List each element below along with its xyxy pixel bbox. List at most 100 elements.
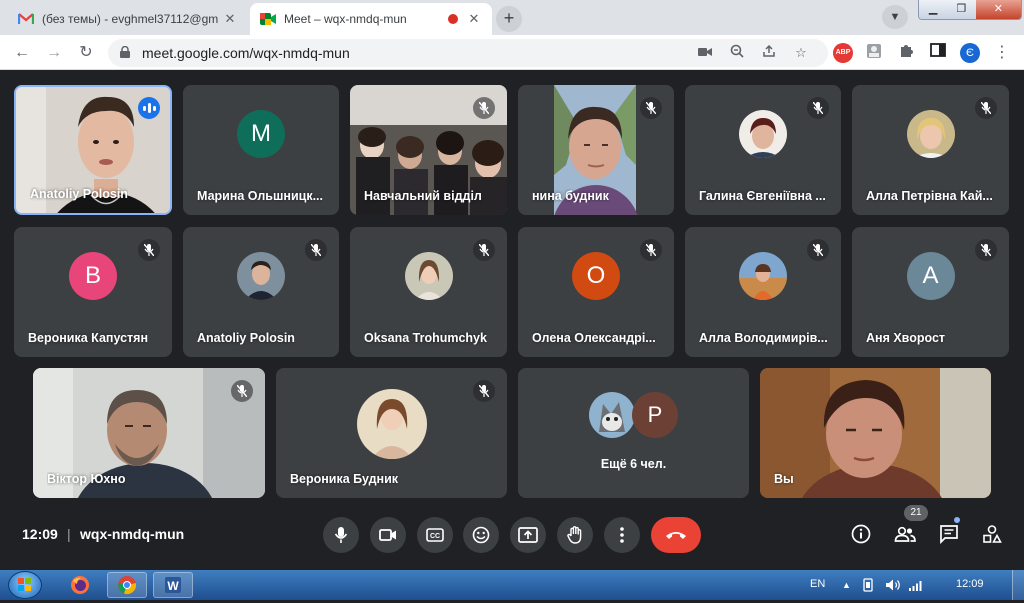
participant-name: Олена Олександрі... — [532, 331, 656, 345]
participant-tile[interactable]: нина будник — [518, 85, 674, 215]
close-tab-icon[interactable]: ✕ — [222, 11, 238, 27]
participant-tile[interactable]: Anatoliy Polosin — [14, 85, 172, 215]
participant-tile[interactable]: В Вероника Капустян — [14, 227, 172, 357]
browser-tab-strip: (без темы) - evghmel37112@gm ✕ Meet – wq… — [0, 0, 1024, 35]
tab-gmail[interactable]: (без темы) - evghmel37112@gm ✕ — [8, 3, 248, 35]
self-view-tile[interactable]: Вы — [760, 368, 991, 498]
participant-tile[interactable]: А Аня Хворост — [852, 227, 1009, 357]
participant-tile[interactable]: Anatoliy Polosin — [183, 227, 339, 357]
forward-arrow-icon[interactable]: → — [42, 41, 66, 65]
maximize-button[interactable]: ❐ — [947, 0, 976, 19]
present-screen-button[interactable] — [510, 517, 546, 553]
taskbar-word[interactable]: W — [153, 572, 193, 598]
participant-count-badge: 21 — [904, 505, 928, 521]
participant-initial-avatar: P — [632, 392, 678, 438]
extensions-puzzle-icon[interactable] — [896, 43, 916, 63]
mic-muted-icon — [231, 380, 253, 402]
meet-icon — [260, 11, 276, 27]
participant-tile[interactable]: О Олена Олександрі... — [518, 227, 674, 357]
participant-tile[interactable]: Алла Петрівна Кай... — [852, 85, 1009, 215]
camera-icon — [379, 529, 396, 541]
minimize-button[interactable]: ▁ — [919, 0, 948, 19]
meeting-time: 12:09 — [22, 526, 58, 542]
share-icon[interactable] — [760, 44, 778, 62]
tray-device-icon[interactable] — [862, 578, 874, 595]
participant-tile[interactable]: M Марина Ольшницк... — [183, 85, 339, 215]
mic-muted-icon — [975, 239, 997, 261]
participant-name: Вероника Будник — [290, 472, 399, 486]
profile-avatar[interactable]: Є — [960, 43, 980, 63]
taskbar-firefox[interactable] — [60, 572, 100, 598]
tab-search-button[interactable]: ▼ — [882, 5, 908, 29]
browser-toolbar: ← → ↻ meet.google.com/wqx-nmdq-mun ☆ ABP… — [0, 35, 1024, 70]
start-button[interactable] — [8, 571, 42, 599]
participant-initial-avatar: А — [906, 252, 955, 300]
language-indicator[interactable]: EN — [810, 578, 825, 590]
new-tab-button[interactable]: + — [496, 6, 522, 32]
network-signal-icon[interactable] — [908, 578, 924, 595]
show-desktop-button[interactable] — [1012, 570, 1024, 600]
more-participants-tile[interactable]: P Ещё 6 чел. — [518, 368, 749, 498]
participant-tile[interactable]: Вероника Будник — [276, 368, 507, 498]
camera-in-use-icon[interactable] — [696, 44, 714, 62]
reload-icon[interactable]: ↻ — [74, 41, 98, 65]
mic-muted-icon — [473, 97, 495, 119]
recording-indicator-icon — [448, 14, 458, 24]
chat-button[interactable] — [935, 520, 963, 548]
leave-call-button[interactable] — [651, 517, 701, 553]
more-participants-label: Ещё 6 чел. — [600, 457, 667, 471]
firefox-icon — [71, 576, 89, 594]
microphone-button[interactable] — [323, 517, 359, 553]
people-button[interactable] — [891, 520, 919, 548]
side-panel-icon[interactable] — [928, 43, 948, 63]
show-hidden-icons[interactable]: ▲ — [842, 580, 851, 590]
taskbar-chrome[interactable] — [107, 572, 147, 598]
participant-tile[interactable]: Навчальний відділ — [350, 85, 507, 215]
gmail-icon — [18, 11, 34, 27]
participant-tile[interactable]: Алла Володимирів... — [685, 227, 841, 357]
participant-name: Марина Ольшницк... — [197, 189, 324, 203]
captions-icon: CC — [426, 528, 444, 542]
participant-name: Алла Володимирів... — [699, 331, 828, 345]
browser-menu-icon[interactable]: ⋮ — [992, 43, 1012, 63]
participant-photo-avatar — [404, 252, 453, 300]
meeting-details-button[interactable] — [847, 520, 875, 548]
address-bar[interactable]: meet.google.com/wqx-nmdq-mun ☆ — [108, 39, 828, 67]
back-arrow-icon[interactable]: ← — [10, 41, 34, 65]
participant-name: Галина Євгеніївна ... — [699, 189, 826, 203]
camera-button[interactable] — [370, 517, 406, 553]
more-options-button[interactable] — [604, 517, 640, 553]
participant-tile[interactable]: Oksana Trohumchyk — [350, 227, 507, 357]
participant-name: Anatoliy Polosin — [30, 187, 128, 201]
end-call-icon — [666, 532, 686, 539]
bookmark-star-icon[interactable]: ☆ — [792, 44, 810, 62]
volume-icon[interactable] — [885, 578, 901, 595]
taskbar-clock[interactable]: 12:09 — [956, 578, 984, 590]
mic-muted-icon — [975, 97, 997, 119]
zoom-icon[interactable] — [728, 44, 746, 62]
people-icon — [894, 526, 916, 542]
separator: | — [67, 526, 71, 542]
participant-name: Вы — [774, 472, 794, 486]
close-tab-icon[interactable]: ✕ — [466, 11, 482, 27]
participant-photo-avatar — [237, 252, 285, 300]
tab-meet[interactable]: Meet – wqx-nmdq-mun ✕ — [250, 3, 492, 35]
microphone-icon — [334, 527, 348, 543]
meeting-code: wqx-nmdq-mun — [80, 526, 185, 542]
participant-photo-avatar — [739, 252, 787, 300]
mic-muted-icon — [640, 97, 662, 119]
window-close-button[interactable]: ✕ — [975, 0, 1021, 19]
participant-photo-avatar — [739, 110, 787, 158]
emoji-icon — [472, 526, 490, 544]
chat-icon — [940, 525, 958, 544]
extension-image-icon[interactable] — [864, 43, 884, 63]
reactions-button[interactable] — [463, 517, 499, 553]
raise-hand-button[interactable] — [557, 517, 593, 553]
captions-button[interactable]: CC — [417, 517, 453, 553]
activities-button[interactable] — [978, 520, 1006, 548]
participant-name: Вероника Капустян — [28, 331, 149, 345]
participant-tile[interactable]: Галина Євгеніївна ... — [685, 85, 841, 215]
word-icon: W — [165, 577, 181, 593]
adblock-extension-icon[interactable]: ABP — [833, 43, 853, 63]
participant-tile[interactable]: Віктор Юхно — [33, 368, 265, 498]
